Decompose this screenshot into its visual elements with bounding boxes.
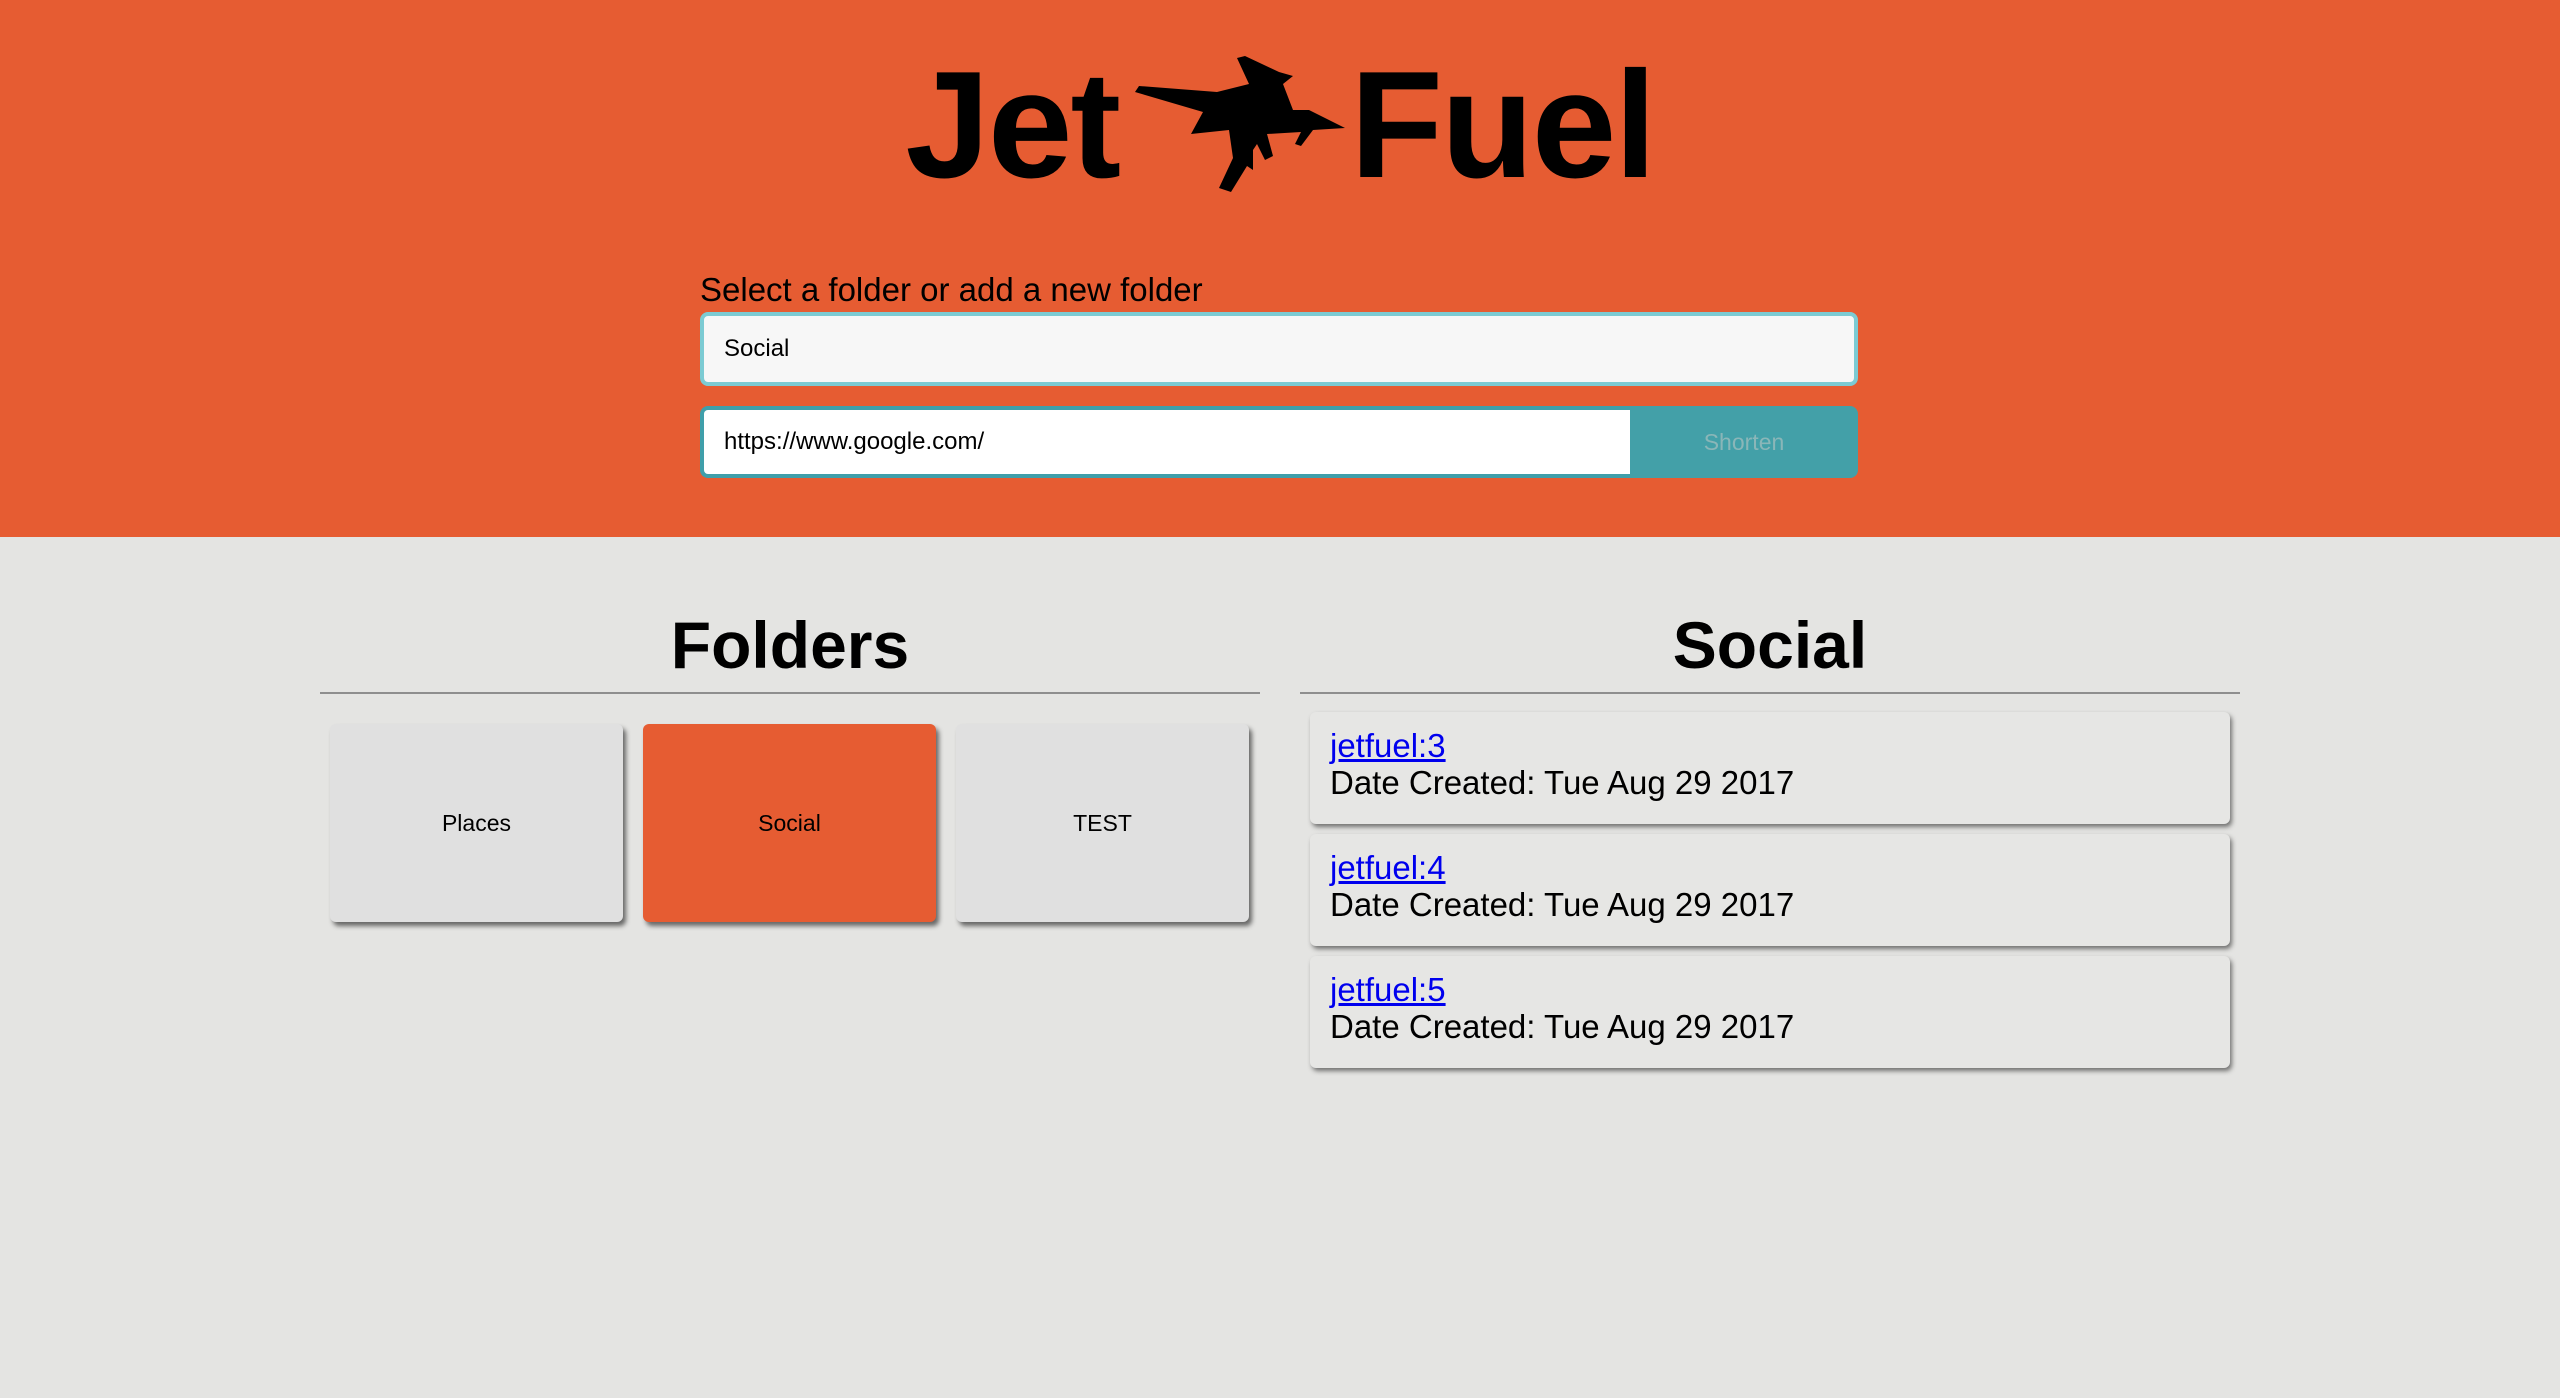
date-created: Date Created: Tue Aug 29 2017: [1330, 764, 1795, 801]
url-row: Shorten: [700, 406, 1858, 478]
folder-card-social[interactable]: Social: [643, 724, 936, 922]
link-card: jetfuel:4 Date Created: Tue Aug 29 2017: [1310, 834, 2230, 946]
logo-word-jet: Jet: [905, 40, 1121, 210]
folder-card-label: Places: [441, 809, 512, 836]
short-link[interactable]: jetfuel:5: [1330, 972, 1446, 1008]
logo: Jet Fuel: [0, 40, 2560, 210]
shorten-button[interactable]: Shorten: [1630, 406, 1858, 478]
short-link[interactable]: jetfuel:3: [1330, 728, 1446, 764]
folders-divider: [320, 692, 1260, 694]
fighter-jet-icon: [1133, 50, 1348, 200]
date-created: Date Created: Tue Aug 29 2017: [1330, 886, 1795, 923]
folder-label: Select a folder or add a new folder: [700, 271, 1203, 308]
folders-column: Folders Places Social TEST: [320, 600, 1260, 922]
date-created: Date Created: Tue Aug 29 2017: [1330, 1008, 1795, 1045]
logo-word-fuel: Fuel: [1350, 40, 1656, 210]
link-card: jetfuel:5 Date Created: Tue Aug 29 2017: [1310, 956, 2230, 1068]
links-divider: [1300, 692, 2240, 694]
folder-card-test[interactable]: TEST: [956, 724, 1249, 922]
folders-title: Folders: [670, 608, 910, 682]
shorten-form: Select a folder or add a new folder Shor…: [700, 268, 1858, 478]
links-title: Social: [1672, 608, 1868, 682]
short-link[interactable]: jetfuel:4: [1330, 850, 1446, 886]
url-input[interactable]: [700, 406, 1630, 478]
folder-card-label: Social: [758, 809, 821, 836]
header-banner: Jet Fuel Select a folder or add a new fo…: [0, 0, 2560, 537]
links-column: Social jetfuel:3 Date Created: Tue Aug 2…: [1300, 600, 2240, 1078]
link-list: jetfuel:3 Date Created: Tue Aug 29 2017 …: [1300, 712, 2240, 1068]
link-card: jetfuel:3 Date Created: Tue Aug 29 2017: [1310, 712, 2230, 824]
folder-input[interactable]: [700, 312, 1858, 386]
folder-card-label: TEST: [1073, 809, 1132, 836]
folder-grid: Places Social TEST: [320, 724, 1260, 922]
folder-card-places[interactable]: Places: [330, 724, 623, 922]
